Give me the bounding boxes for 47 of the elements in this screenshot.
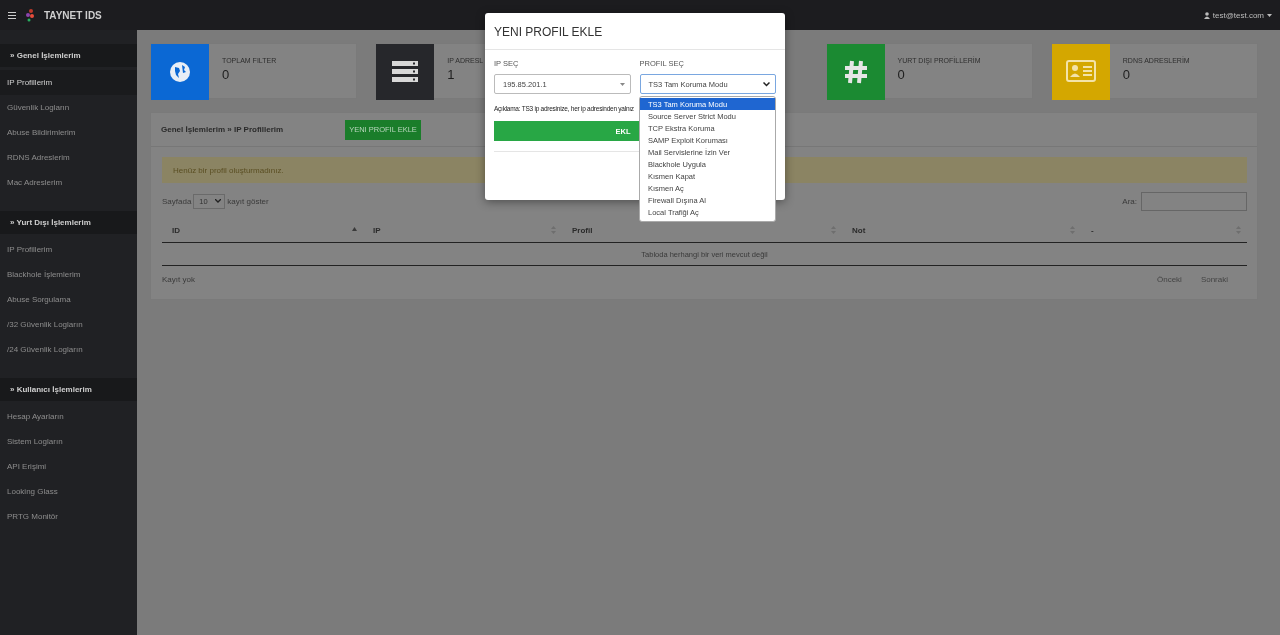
sidebar-item[interactable]: IP Profillerim (0, 70, 137, 95)
user-menu[interactable]: test@test.com (1203, 10, 1272, 20)
stat-value: 1 (447, 67, 456, 82)
breadcrumb: Genel İşlemlerim » IP Profillerim (161, 125, 285, 134)
stat-value: 0 (1122, 67, 1132, 82)
sidebar-item[interactable]: API Erişimi (0, 454, 137, 479)
sidebar-item[interactable]: Sistem Logların (0, 429, 137, 454)
table-info: Kayıt yok (162, 274, 195, 284)
hash-icon (843, 60, 868, 84)
sidebar-item[interactable]: /24 Güvenlik Logların (0, 337, 137, 362)
column-header[interactable]: Profil (562, 218, 842, 242)
sidebar-item[interactable]: PRTG Monitör (0, 504, 137, 529)
search-field[interactable] (1141, 191, 1247, 211)
sidebar-section-title: » Genel İşlemlerim (0, 44, 137, 67)
brand-name: TAYNET IDS (44, 9, 102, 21)
length-label: kayıt göster (227, 196, 269, 206)
length-label: Sayfada (162, 196, 192, 206)
sidebar-item[interactable]: /32 Güvenlik Logların (0, 312, 137, 337)
sidebar-item[interactable]: Hesap Ayarların (0, 404, 137, 429)
column-header[interactable]: ID (162, 218, 363, 242)
column-header[interactable]: IP (363, 218, 562, 242)
id-card-icon (1065, 60, 1096, 84)
user-icon (1203, 11, 1210, 19)
chevron-icon (763, 81, 770, 87)
stat-value: 0 (222, 67, 231, 82)
search-label: Ara: (1122, 196, 1137, 206)
menu-icon[interactable] (8, 11, 16, 19)
sidebar-item[interactable]: Abuse Bildirimlerim (0, 120, 137, 145)
sidebar-item[interactable]: Abuse Sorgulama (0, 287, 137, 312)
modal-title: YENI PROFIL EKLE (485, 13, 785, 50)
sidebar-item[interactable]: Blackhole İşlemlerim (0, 262, 137, 287)
caret-icon (1267, 13, 1272, 17)
column-header[interactable]: - (1081, 218, 1247, 242)
server-icon (392, 61, 419, 83)
caret-icon (619, 82, 625, 86)
sidebar-section-title: » Yurt Dışı İşlemlerim (0, 211, 137, 234)
sidebar-item[interactable]: Mac Adreslerim (0, 170, 137, 195)
chevron-icon (215, 199, 222, 203)
sidebar-item[interactable]: Güvenlik Logların (0, 95, 137, 120)
globe-icon (169, 61, 191, 83)
column-header[interactable]: Not (842, 218, 1081, 242)
sidebar-item[interactable]: RDNS Adreslerim (0, 145, 137, 170)
stat-value: 0 (897, 67, 906, 82)
sidebar-item[interactable]: IP Profillerim (0, 237, 137, 262)
logo-icon (24, 8, 36, 22)
sidebar-item[interactable]: Looking Glass (0, 479, 137, 504)
sidebar-section-title: » Kullanıcı İşlemlerim (0, 378, 137, 401)
